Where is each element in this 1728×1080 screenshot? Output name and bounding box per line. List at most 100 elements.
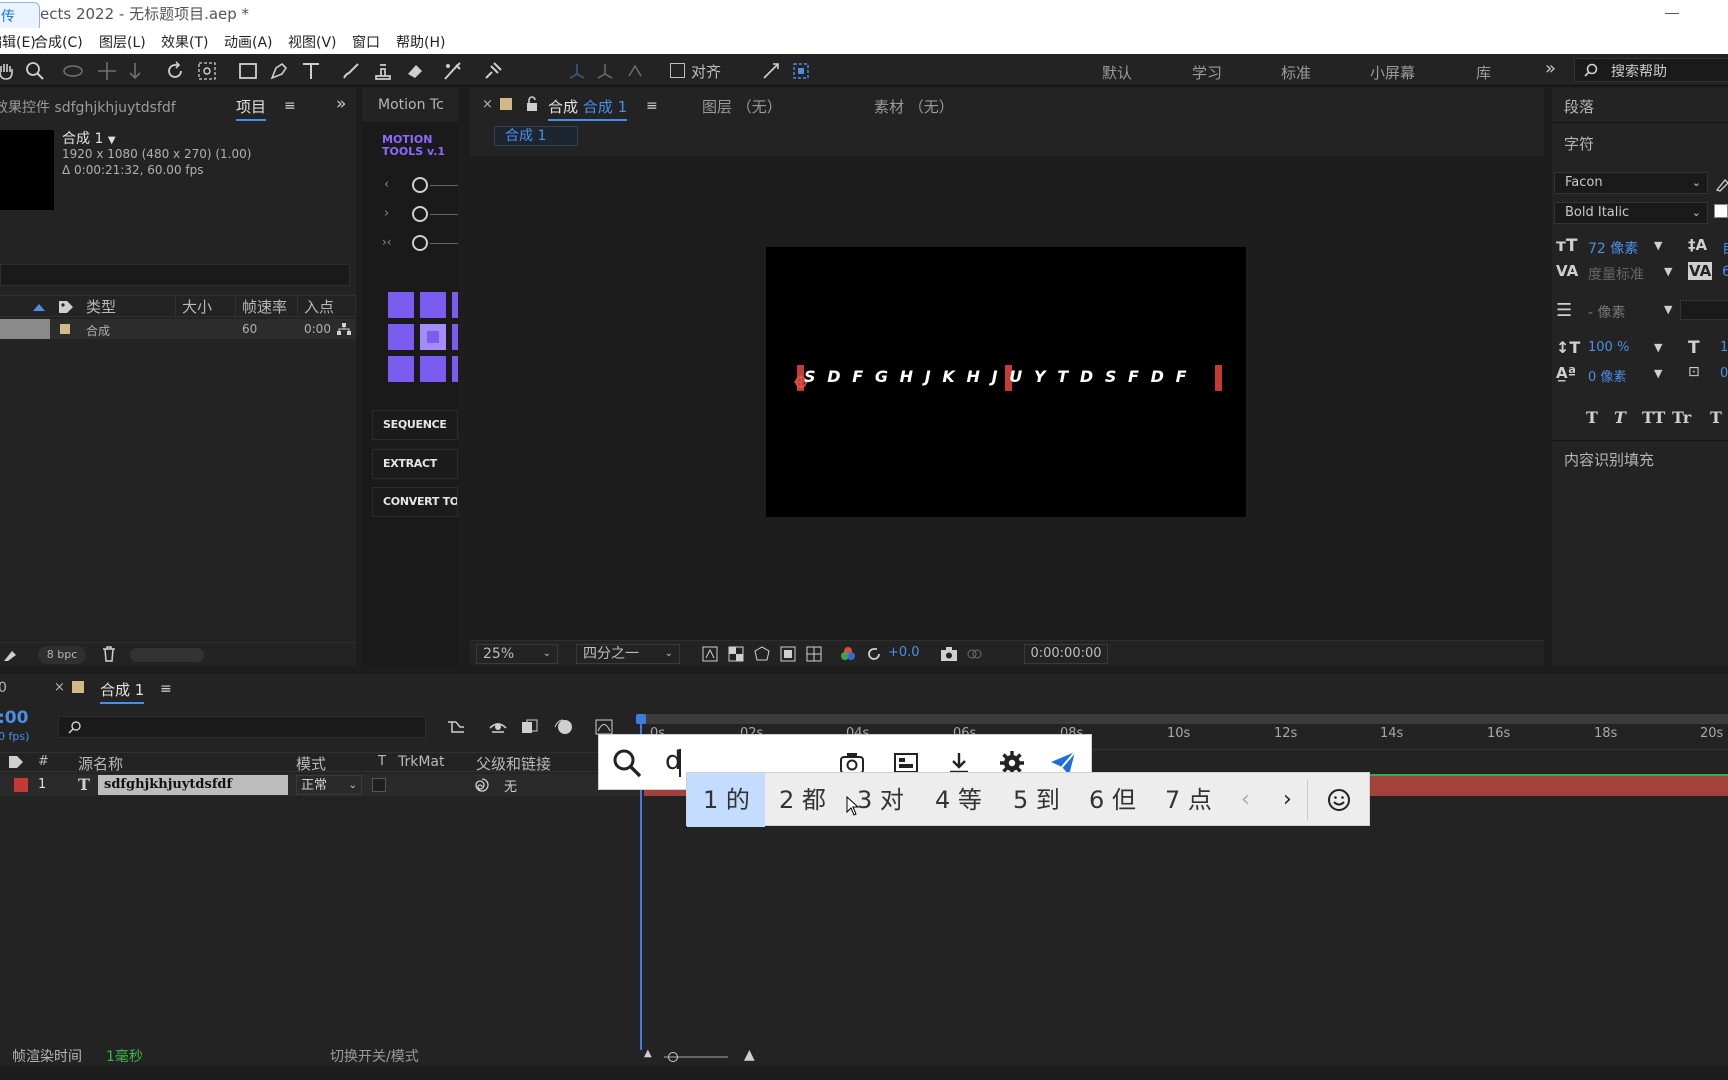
all-caps-button[interactable]: TT [1642,408,1665,427]
ime-candidate-4[interactable]: 4 等 [935,773,982,827]
col-type[interactable]: 类型 [80,296,176,318]
lock-icon[interactable] [526,96,538,112]
help-search-box[interactable]: 搜索帮助 [1574,58,1728,82]
kerning-value[interactable]: 度量标准 [1588,264,1644,284]
vertical-scale-value[interactable]: 100 % [1588,340,1629,355]
exposure-value[interactable]: +0.0 [888,645,920,660]
frame-blending-icon[interactable] [520,718,540,736]
pen-tool-icon[interactable] [268,60,290,82]
workspace-libraries[interactable]: 库 [1476,62,1491,83]
col-size[interactable]: 大小 [176,296,236,318]
menu-edit[interactable]: 编辑(E) [0,32,36,52]
anchor-bottom-center[interactable] [420,356,446,382]
bpc-button[interactable]: 8 bpc [38,646,86,664]
thumbnail-slider[interactable] [130,648,204,662]
sequence-button[interactable]: SEQUENCE [372,410,458,440]
snap-checkbox[interactable] [670,63,685,78]
layer-row[interactable]: 1 T sdfghjkhjuytdsfdf 正常 ⌄ 无 [0,774,640,796]
effects-controls-tab[interactable]: 效果控件 sdfghjkhjuytdsfdf [0,97,176,117]
ime-next-page-icon[interactable]: › [1283,787,1292,812]
ime-emoji-icon[interactable] [1327,788,1351,812]
toggle-switches-modes[interactable]: 切换开关/模式 [330,1046,419,1066]
stroke-row[interactable]: ☰ - 像素 ▼ [1556,300,1728,322]
fill-color-swatch[interactable] [1714,204,1728,218]
font-style-select[interactable]: Bold Italic ⌄ [1554,202,1708,224]
ime-prev-page-icon[interactable]: ‹ [1241,787,1250,812]
show-snapshot-icon[interactable] [966,646,982,662]
eyedropper-icon[interactable] [1715,176,1728,192]
col-mode[interactable]: 模式 [296,753,326,774]
axis-local-icon[interactable] [566,60,588,82]
motion-blur-icon[interactable] [554,718,574,736]
snap-edge-icon[interactable] [760,60,782,82]
ease-in-slider[interactable]: ‹ [382,176,458,196]
font-size-row[interactable]: тT 72 像素 ▼ ‡A 自 [1556,236,1728,258]
channel-rgb-icon[interactable] [840,646,856,662]
horizontal-scale-value[interactable]: 10 [1720,340,1728,355]
project-search-field[interactable] [0,264,350,286]
kerning-row[interactable]: VA 度量标准 ▼ VA 60 [1556,262,1728,284]
puppet-pin-icon[interactable] [482,60,504,82]
snap-feature-icon[interactable] [790,60,812,82]
panel-menu-icon[interactable]: ≡ [284,98,296,114]
zoom-out-icon[interactable]: ▲ [644,1048,652,1059]
anchor-bottom-right[interactable] [452,356,458,382]
pan-tool-icon[interactable] [96,60,118,82]
reset-exposure-icon[interactable] [866,646,882,662]
axis-world-icon[interactable] [594,60,616,82]
transparency-grid-icon[interactable] [728,646,744,662]
stroke-type-select[interactable] [1680,300,1728,320]
table-row[interactable]: 合成 60 0:00 [0,319,356,339]
menu-effect[interactable]: 效果(T) [161,32,208,52]
small-caps-button[interactable]: Tr [1672,408,1691,427]
anchor-middle-right[interactable] [452,324,458,350]
comp-canvas[interactable]: SDFGHJKHJUYTDSFDF [766,247,1246,517]
anchor-middle-left[interactable] [388,324,414,350]
snapshot-icon[interactable] [940,646,958,662]
baseline-row[interactable]: A̲ª 0 像素 ▼ ⊡ 0 [1556,364,1728,386]
extract-button[interactable]: EXTRACT [372,449,458,479]
menu-help[interactable]: 帮助(H) [396,32,445,52]
image-icon[interactable] [893,752,919,774]
current-time-field[interactable]: 0:00:00:00 [1024,644,1108,664]
hand-tool-icon[interactable] [0,60,18,82]
region-of-interest-icon[interactable] [780,646,796,662]
timeline-menu-icon[interactable]: ≡ [160,681,172,697]
tracking-value[interactable]: 60 [1722,264,1728,280]
menu-animation[interactable]: 动画(A) [224,32,273,52]
col-source-name[interactable]: 源名称 [78,753,123,774]
content-aware-fill-title[interactable]: 内容识别填充 [1564,449,1654,470]
comp-panel-menu-icon[interactable]: ≡ [646,98,658,114]
interpret-footage-icon[interactable] [2,647,18,663]
axis-view-icon[interactable] [624,60,646,82]
dolly-tool-icon[interactable] [124,60,146,82]
layer-mode-select[interactable]: 正常 ⌄ [296,775,362,795]
anchor-top-right[interactable] [452,292,458,318]
col-layer-number[interactable]: # [38,754,49,769]
ime-candidate-1[interactable]: 1 的 [687,773,765,827]
shy-layers-icon[interactable] [488,718,508,736]
col-trkmat[interactable]: TrkMat [398,754,445,770]
workspace-small-screen[interactable]: 小屏幕 [1370,62,1415,83]
footage-viewer-tab[interactable]: 素材 （无） [874,96,954,117]
superscript-button[interactable]: T [1710,408,1722,427]
font-size-value[interactable]: 72 像素 [1588,238,1638,258]
minimize-icon[interactable] [1665,13,1679,14]
paragraph-panel-title[interactable]: 段落 [1564,96,1594,117]
playhead-handle[interactable] [636,714,646,724]
resolution-select[interactable]: 四分之一 ⌄ [576,644,680,664]
tsume-value[interactable]: 0 [1720,366,1728,381]
ease-out-slider[interactable]: › [382,205,458,225]
sort-arrow-icon[interactable] [32,302,46,312]
zoom-in-icon[interactable]: ▲ [744,1047,755,1063]
clone-stamp-icon[interactable] [372,60,394,82]
layer-name[interactable]: sdfghjkhjuytdsfdf [98,775,288,795]
character-panel-title[interactable]: 字符 [1564,133,1594,154]
workspace-learn[interactable]: 学习 [1192,62,1222,83]
fast-previews-icon[interactable] [702,646,718,662]
mask-visibility-icon[interactable] [754,646,770,662]
font-family-select[interactable]: Facon ⌄ [1554,172,1708,194]
faux-italic-button[interactable]: T [1614,408,1626,427]
ease-both-slider[interactable]: ›‹ [382,234,458,254]
project-tab[interactable]: 项目 [236,96,267,121]
